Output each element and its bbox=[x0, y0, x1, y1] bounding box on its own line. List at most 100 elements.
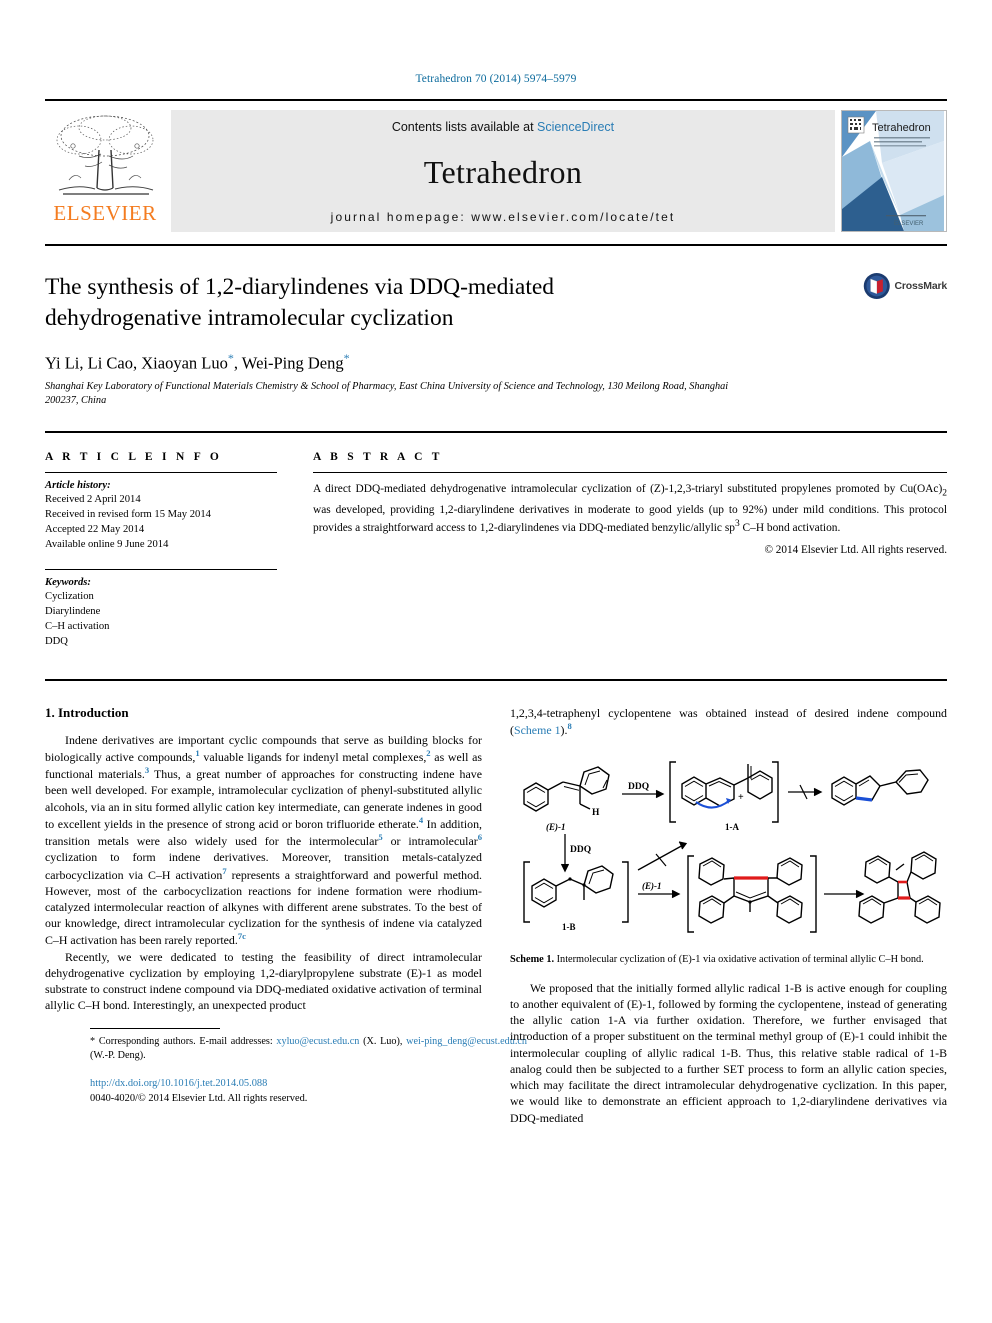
keyword-item: C–H activation bbox=[45, 620, 110, 632]
scheme-label-1a: 1-A bbox=[725, 822, 739, 832]
article-info-column: A R T I C L E I N F O Article history: R… bbox=[45, 451, 277, 648]
sciencedirect-link[interactable]: ScienceDirect bbox=[537, 120, 614, 134]
authors-primary: Yi Li, Li Cao, Xiaoyan Luo bbox=[45, 353, 228, 373]
article-history-label: Article history: bbox=[45, 480, 111, 492]
keywords-block: Keywords: Cyclization Diarylindene C–H a… bbox=[45, 577, 277, 649]
issn-copyright-line: 0040-4020/© 2014 Elsevier Ltd. All right… bbox=[90, 1092, 308, 1104]
left-column: 1. Introduction Indene derivatives are i… bbox=[45, 704, 527, 1126]
journal-cover-thumbnail: Tetrahedron ELSEVIER bbox=[841, 110, 947, 232]
article-info-heading: A R T I C L E I N F O bbox=[45, 451, 223, 464]
bracket-left bbox=[669, 761, 676, 823]
copyright-line: © 2014 Elsevier Ltd. All rights reserved… bbox=[764, 543, 948, 556]
text-run: (X. Luo), bbox=[359, 1035, 407, 1047]
citation-ref[interactable]: 7c bbox=[238, 931, 246, 941]
scheme-caption-text: Intermolecular cyclization of (E)-1 via … bbox=[554, 954, 924, 966]
history-item: Received 2 April 2014 bbox=[45, 494, 141, 506]
paragraph-right-main: We proposed that the initially formed al… bbox=[510, 980, 947, 1125]
contents-available-line: Contents lists available at ScienceDirec… bbox=[392, 120, 614, 134]
history-item: Received in revised form 15 May 2014 bbox=[45, 509, 211, 521]
abstract-part-1: A direct DDQ-mediated dehydrogenative in… bbox=[313, 483, 943, 496]
scheme-1-figure: H (E)-1 DDQ DDQ + 1-A 1-B (E)-1 bbox=[510, 752, 947, 947]
phenyl-ring bbox=[579, 766, 610, 795]
corresponding-author-note: * Corresponding authors. E-mail addresse… bbox=[90, 1035, 527, 1064]
scheme-label-1b: 1-B bbox=[562, 922, 576, 932]
email-link-luo[interactable]: xyluo@ecust.edu.cn bbox=[276, 1036, 359, 1047]
title-block: CrossMark The synthesis of 1,2-diarylind… bbox=[45, 244, 947, 409]
doi-block: http://dx.doi.org/10.1016/j.tet.2014.05.… bbox=[90, 1076, 527, 1106]
divider bbox=[45, 472, 277, 474]
text-run: (W.-P. Deng). bbox=[90, 1050, 146, 1062]
paper-page: Tetrahedron 70 (2014) 5974–5979 ELSEVIER… bbox=[0, 0, 992, 1323]
scheme-cross-reference[interactable]: Scheme 1 bbox=[514, 723, 561, 737]
history-item: Accepted 22 May 2014 bbox=[45, 524, 145, 536]
scheme-caption-label: Scheme 1. bbox=[510, 954, 555, 966]
paragraph-intro-1: Indene derivatives are important cyclic … bbox=[45, 732, 482, 949]
scheme-label-ddq-2: DDQ bbox=[570, 845, 591, 855]
blue-bond-highlight bbox=[855, 796, 873, 802]
footnote-block: * Corresponding authors. E-mail addresse… bbox=[90, 1027, 527, 1064]
keywords-label: Keywords: bbox=[45, 576, 91, 588]
contents-prefix: Contents lists available at bbox=[391, 120, 538, 134]
scheme-label-e1-b: (E)-1 bbox=[642, 881, 662, 891]
keyword-item: Diarylindene bbox=[45, 605, 101, 617]
author-list: Yi Li, Li Cao, Xiaoyan Luo *, Wei-Ping De… bbox=[45, 351, 947, 374]
radical-dot bbox=[568, 877, 572, 881]
divider bbox=[45, 568, 277, 570]
text-run: 1,2,3,4-tetraphenyl cyclopentene was obt… bbox=[510, 705, 947, 737]
scheme-1-caption: Scheme 1. Intermolecular cyclization of … bbox=[510, 953, 947, 967]
corresponding-marker-2: * bbox=[343, 351, 350, 366]
paragraph-intro-2: Recently, we were dedicated to testing t… bbox=[45, 949, 482, 1013]
crossmark-label: CrossMark bbox=[894, 280, 948, 292]
scheme-1-chemical-diagram: H (E)-1 DDQ DDQ + 1-A 1-B (E)-1 bbox=[523, 761, 941, 933]
abstract-text: A direct DDQ-mediated dehydrogenative in… bbox=[313, 481, 947, 537]
elsevier-wordmark: ELSEVIER bbox=[53, 201, 157, 225]
keyword-item: DDQ bbox=[45, 635, 68, 647]
scheme-label-e1-a: (E)-1 bbox=[546, 822, 566, 832]
cover-artwork: Tetrahedron ELSEVIER bbox=[842, 111, 944, 231]
section-heading-introduction: 1. Introduction bbox=[45, 704, 129, 720]
text-run: valuable ligands for indenyl metal compl… bbox=[199, 749, 427, 764]
abstract-column: A B S T R A C T A direct DDQ-mediated de… bbox=[313, 451, 947, 648]
divider bbox=[313, 472, 947, 474]
radical-dot bbox=[748, 900, 752, 904]
page-title: The synthesis of 1,2-diarylindenes via D… bbox=[45, 274, 555, 332]
svg-text:Tetrahedron: Tetrahedron bbox=[872, 122, 931, 134]
bracket-right bbox=[772, 761, 779, 823]
bracket-left bbox=[687, 855, 694, 933]
abstract-part-3: C–H bond activation. bbox=[739, 522, 841, 535]
citation-ref[interactable]: 8 bbox=[567, 721, 571, 731]
journal-masthead: ELSEVIER Contents lists available at Sci… bbox=[45, 99, 947, 232]
bracket-left bbox=[523, 861, 530, 923]
bracket-right bbox=[622, 861, 629, 923]
svg-text:ELSEVIER: ELSEVIER bbox=[894, 221, 924, 227]
text-run: Corresponding authors. E-mail addresses: bbox=[95, 1035, 277, 1047]
elsevier-tree-icon bbox=[56, 115, 154, 195]
keyword-item: Cyclization bbox=[45, 590, 94, 602]
running-head: Tetrahedron 70 (2014) 5974–5979 bbox=[415, 73, 577, 85]
right-column: 1,2,3,4-tetraphenyl cyclopentene was obt… bbox=[510, 705, 947, 1126]
history-item: Available online 9 June 2014 bbox=[45, 539, 169, 551]
journal-homepage[interactable]: journal homepage: www.elsevier.com/locat… bbox=[331, 210, 676, 224]
abstract-subscript: 2 bbox=[942, 488, 947, 499]
paragraph-right-lead: 1,2,3,4-tetraphenyl cyclopentene was obt… bbox=[510, 705, 947, 738]
authors-secondary: , Wei-Ping Deng bbox=[233, 353, 344, 373]
footnote-divider bbox=[90, 1027, 220, 1029]
elsevier-logo: ELSEVIER bbox=[45, 110, 165, 232]
text-run: or intramolecular bbox=[382, 834, 478, 848]
citation-ref[interactable]: 6 bbox=[478, 832, 482, 842]
crossmark-badge[interactable]: CrossMark bbox=[863, 264, 947, 308]
abstract-heading: A B S T R A C T bbox=[313, 451, 443, 464]
journal-title: Tetrahedron bbox=[423, 153, 583, 190]
affiliation: Shanghai Key Laboratory of Functional Ma… bbox=[45, 380, 729, 407]
phenyl-ring bbox=[523, 782, 549, 812]
bracket-right bbox=[810, 855, 817, 933]
crossmark-icon bbox=[863, 273, 890, 299]
cation-charge: + bbox=[738, 792, 744, 803]
doi-link[interactable]: http://dx.doi.org/10.1016/j.tet.2014.05.… bbox=[90, 1076, 527, 1091]
info-abstract-section: A R T I C L E I N F O Article history: R… bbox=[45, 431, 947, 648]
email-link-deng[interactable]: wei-ping_deng@ecust.edu.cn bbox=[406, 1036, 527, 1047]
body-columns: 1. Introduction Indene derivatives are i… bbox=[45, 678, 947, 1126]
abstract-part-2: was developed, providing 1,2-diarylinden… bbox=[313, 503, 947, 535]
scheme-label-ddq-1: DDQ bbox=[628, 782, 649, 792]
radical-dot bbox=[582, 883, 586, 887]
